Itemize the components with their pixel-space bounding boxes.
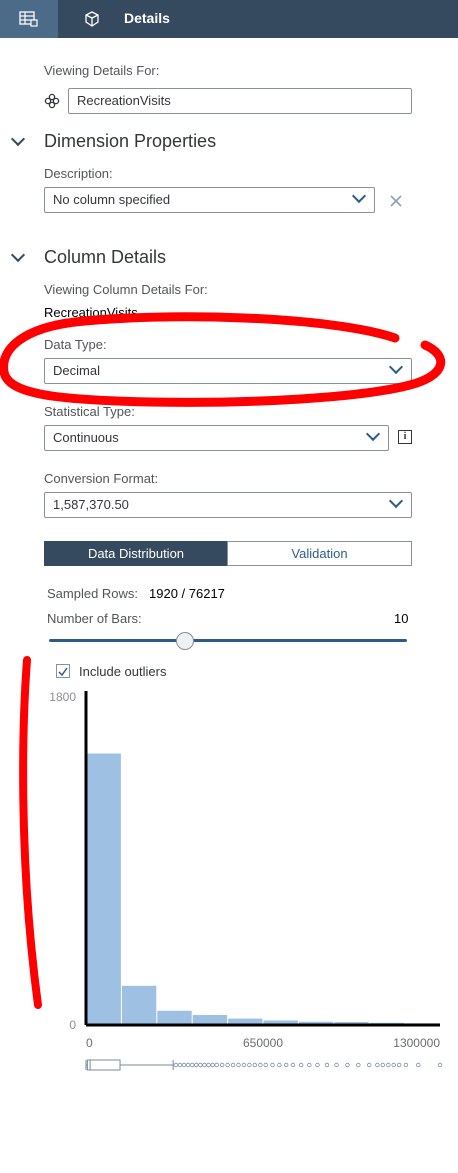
histogram-bar (86, 753, 121, 1025)
boxplot-outlier-point (198, 1062, 203, 1068)
tab-data-distribution[interactable]: Data Distribution (44, 541, 228, 566)
boxplot-outlier-point (189, 1062, 195, 1068)
data-type-select-value: Decimal (53, 363, 100, 378)
y-tick-label: 0 (69, 1018, 76, 1032)
sampled-rows-value: 1920 / 76217 (149, 586, 225, 601)
check-icon (58, 667, 68, 677)
tab-details[interactable] (58, 0, 458, 38)
boxplot-outlier-point (324, 1062, 330, 1068)
clear-description-icon[interactable] (390, 195, 402, 207)
boxplot-outlier-point (345, 1062, 350, 1068)
bars-slider-handle[interactable] (176, 632, 195, 650)
tab-data-source[interactable] (0, 0, 58, 38)
boxplot-outlier-point (219, 1062, 225, 1068)
tab-validation[interactable]: Validation (227, 541, 412, 566)
x-tick-label: 0 (86, 1036, 93, 1050)
statistical-type-label: Statistical Type: (44, 404, 135, 419)
description-label: Description: (44, 166, 113, 181)
boxplot-outlier-point (386, 1062, 391, 1068)
boxplot-outlier-point (437, 1062, 443, 1068)
boxplot-box (86, 1059, 121, 1071)
boxplot-outlier-point (225, 1062, 230, 1068)
bars-slider-track[interactable] (49, 639, 407, 642)
x-tick-label: 1300000 (393, 1036, 440, 1050)
boxplot-outlier-point (202, 1062, 207, 1068)
include-outliers-checkbox[interactable] (56, 664, 70, 678)
info-icon[interactable]: i (398, 430, 412, 444)
x-tick-label: 650000 (243, 1036, 283, 1050)
viewing-details-field[interactable]: RecreationVisits (68, 88, 412, 114)
statistical-type-select[interactable]: Continuous (44, 425, 389, 451)
boxplot-outlier-point (210, 1062, 215, 1068)
boxplot-outlier-point (263, 1062, 268, 1068)
boxplot-outlier-point (391, 1062, 396, 1068)
boxplot-outlier-point (270, 1062, 275, 1068)
sampled-rows-label: Sampled Rows: (47, 586, 139, 601)
boxplot-outlier-point (416, 1062, 421, 1068)
chevron-down-icon (388, 493, 404, 509)
histogram-bar (192, 1014, 228, 1025)
viewing-column-value: RecreationVisits (44, 305, 138, 320)
boxplot-outlier-point (177, 1062, 183, 1068)
boxplot-outlier-point (252, 1062, 258, 1068)
viewing-details-label: Viewing Details For: (44, 63, 160, 78)
boxplot-outlier-point (173, 1062, 179, 1068)
statistical-type-select-value: Continuous (53, 430, 119, 445)
description-select-value: No column specified (53, 192, 171, 207)
data-type-label: Data Type: (44, 337, 107, 352)
boxplot-outlier-point (380, 1062, 386, 1068)
boxplot-outlier-point (356, 1062, 361, 1068)
viewing-column-label: Viewing Column Details For: (44, 282, 208, 297)
boxplot-outlier-point (236, 1062, 241, 1068)
y-tick-label: 1800 (49, 690, 76, 704)
boxplot-outlier-point (367, 1062, 372, 1068)
boxplot-outlier-point (334, 1062, 339, 1068)
conversion-format-select-value: 1,587,370.50 (53, 497, 129, 512)
dimension-properties-title: Dimension Properties (44, 131, 217, 151)
column-collapse-chevron-icon[interactable] (10, 247, 26, 263)
tab-details-label: Details (124, 10, 170, 26)
boxplot-outlier-point (214, 1062, 219, 1068)
boxplot-outlier-point (315, 1062, 320, 1068)
boxplot-outlier-point (403, 1062, 409, 1068)
boxplot-outlier-point (298, 1062, 304, 1068)
boxplot-outlier-point (375, 1062, 380, 1068)
data-type-select[interactable]: Decimal (44, 358, 412, 384)
boxplot-outlier-point (194, 1062, 199, 1068)
boxplot-outlier-point (241, 1062, 247, 1068)
column-details-title: Column Details (44, 247, 167, 267)
table-cube-icon (19, 11, 38, 27)
boxplot-outlier-point (258, 1062, 263, 1068)
cube-icon (85, 11, 99, 27)
description-select[interactable]: No column specified (44, 187, 375, 213)
boxplot-outlier-point (307, 1062, 312, 1068)
boxplot-outlier-point (396, 1062, 402, 1068)
chevron-down-icon (365, 426, 381, 442)
conversion-format-select[interactable]: 1,587,370.50 (44, 492, 412, 518)
boxplot-outlier-point (290, 1062, 296, 1068)
chevron-down-icon (351, 188, 367, 204)
number-of-bars-value: 10 (394, 611, 409, 626)
dimension-icon (44, 93, 60, 109)
include-outliers-label: Include outliers (79, 664, 167, 679)
conversion-format-label: Conversion Format: (44, 471, 159, 486)
histogram-bar (157, 1010, 192, 1025)
boxplot-outlier-point (247, 1062, 252, 1068)
histogram-chart: 1800 00 650000 1300000 (49, 690, 443, 1071)
boxplot-outlier-point (277, 1062, 282, 1068)
boxplot-outlier-point (185, 1062, 191, 1068)
dimension-collapse-chevron-icon[interactable] (10, 131, 26, 147)
boxplot-outlier-point (283, 1062, 289, 1068)
boxplot-outlier-point (230, 1062, 236, 1068)
number-of-bars-label: Number of Bars: (47, 611, 142, 626)
histogram-bar (121, 985, 157, 1025)
boxplot-outlier-point (206, 1062, 211, 1068)
boxplot-outlier-point (181, 1062, 187, 1068)
chevron-down-icon (388, 359, 404, 375)
